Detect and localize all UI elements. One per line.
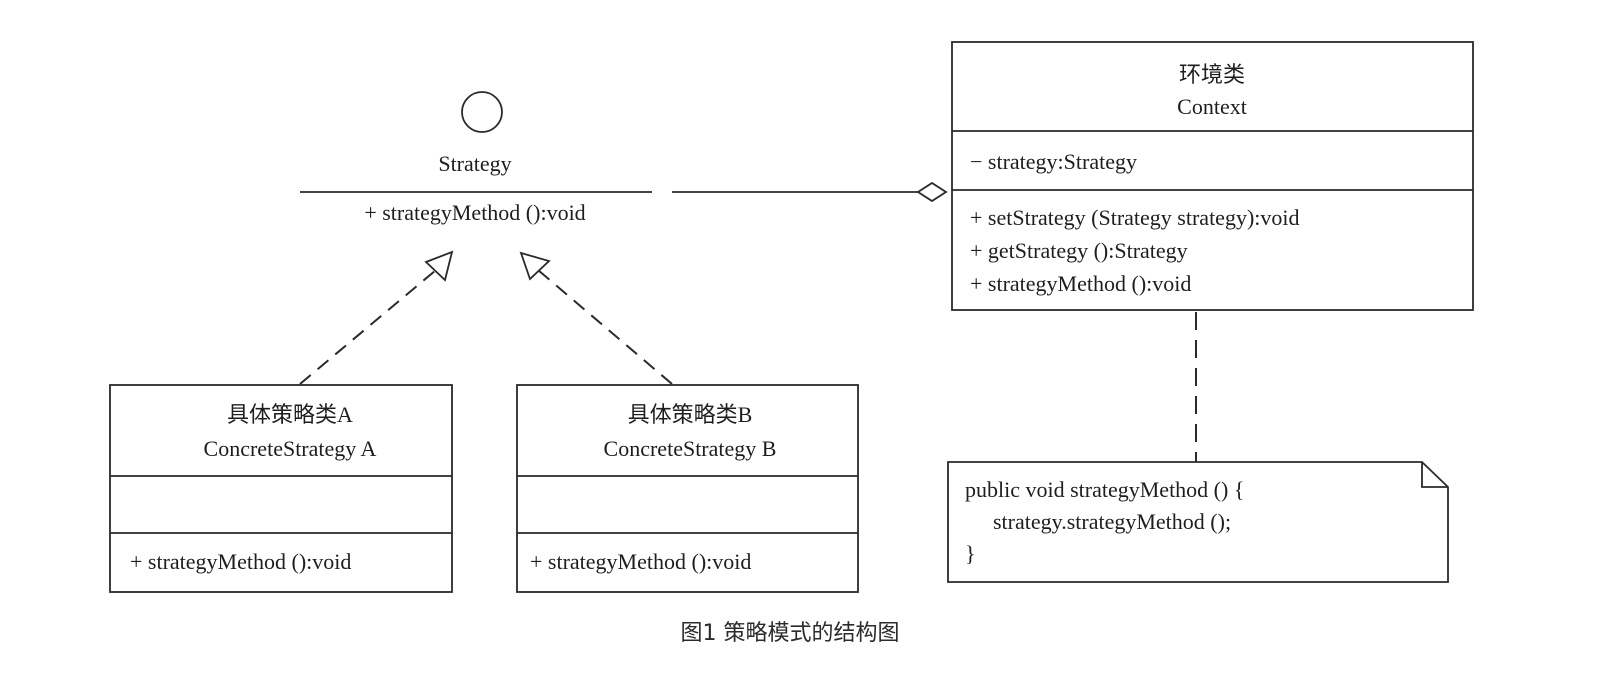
realization-arrow-b — [519, 251, 673, 385]
figure-caption: 图1 策略模式的结构图 — [681, 621, 900, 646]
realization-line-a — [299, 269, 437, 385]
concrete-b-title-en: ConcreteStrategy B — [604, 436, 777, 461]
context-method-2: + getStrategy ():Strategy — [970, 238, 1188, 263]
context-title-cn: 环境类 — [1179, 62, 1245, 87]
concrete-a-title-cn: 具体策略类A — [227, 402, 353, 427]
realization-line-b — [537, 269, 673, 385]
strategy-name: Strategy — [438, 151, 511, 176]
note-line-2: strategy.strategyMethod (); — [993, 509, 1231, 534]
aggregation-connector — [672, 181, 948, 203]
note-line-3: } — [965, 541, 976, 566]
concrete-strategy-a-class: 具体策略类A ConcreteStrategy A + strategyMeth… — [109, 384, 453, 593]
concrete-strategy-b-class: 具体策略类B ConcreteStrategy B + strategyMeth… — [516, 384, 859, 593]
concrete-b-title-cn: 具体策略类B — [628, 402, 753, 427]
interface-circle-icon — [461, 91, 503, 133]
code-note: public void strategyMethod () { strategy… — [947, 461, 1449, 583]
aggregation-diamond-icon — [916, 181, 948, 203]
note-line-1: public void strategyMethod () { — [965, 477, 1244, 502]
strategy-interface: Strategy + strategyMethod ():void — [300, 91, 652, 225]
context-attribute: − strategy:Strategy — [970, 149, 1137, 174]
context-method-1: + setStrategy (Strategy strategy):void — [970, 205, 1300, 230]
concrete-b-method: + strategyMethod ():void — [530, 549, 751, 574]
concrete-a-title-en: ConcreteStrategy A — [204, 436, 377, 461]
realization-arrow-a — [299, 250, 454, 385]
concrete-a-method: + strategyMethod ():void — [130, 549, 351, 574]
context-title-en: Context — [1177, 94, 1247, 119]
uml-diagram-page: Strategy + strategyMethod ():void 环境类 Co… — [0, 0, 1602, 686]
strategy-method: + strategyMethod ():void — [364, 200, 585, 225]
context-class: 环境类 Context − strategy:Strategy + setStr… — [951, 41, 1474, 311]
strategy-pattern-diagram: Strategy + strategyMethod ():void 环境类 Co… — [109, 41, 1474, 646]
context-method-3: + strategyMethod ():void — [970, 271, 1191, 296]
